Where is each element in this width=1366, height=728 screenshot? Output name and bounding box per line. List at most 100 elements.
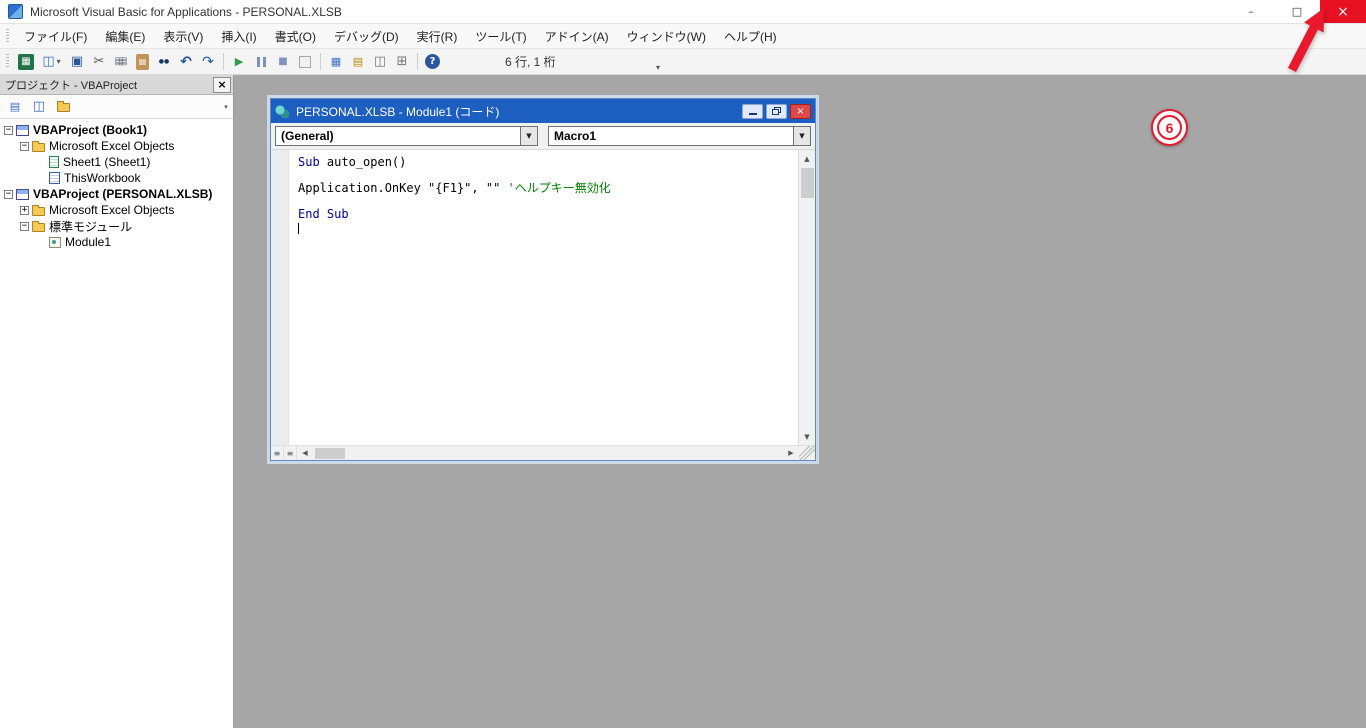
- standard-toolbar: 6 行, 1 桁: [0, 49, 1366, 75]
- tree-item[interactable]: ThisWorkbook: [0, 170, 233, 186]
- scroll-down-icon[interactable]: ▼: [799, 428, 816, 445]
- menu-grip[interactable]: [6, 28, 9, 44]
- toggle-folders-icon[interactable]: [51, 97, 75, 117]
- close-button[interactable]: ×: [1320, 0, 1366, 23]
- run-icon[interactable]: [229, 52, 249, 72]
- main-area: プロジェクト - VBAProject × −VBAProject (Book1…: [0, 75, 1366, 728]
- help-icon[interactable]: [425, 54, 440, 69]
- code-line[interactable]: Sub auto_open(): [298, 156, 796, 169]
- tree-item[interactable]: − VBAProject (Book1): [0, 122, 233, 138]
- resize-grip[interactable]: [799, 446, 815, 460]
- insert-object-icon[interactable]: [38, 52, 65, 72]
- tree-item-label: ThisWorkbook: [64, 171, 141, 185]
- menu-item[interactable]: 挿入(I): [212, 24, 265, 49]
- tree-item[interactable]: − VBAProject (PERSONAL.XLSB): [0, 186, 233, 202]
- toolbar-grip[interactable]: [6, 54, 9, 69]
- collapse-box-icon[interactable]: −: [4, 125, 13, 135]
- reset-icon[interactable]: [273, 52, 293, 72]
- maximize-button[interactable]: □: [1274, 0, 1320, 23]
- code-window-restore-button[interactable]: [766, 103, 787, 119]
- expand-box-icon[interactable]: +: [20, 205, 29, 215]
- vertical-scroll-thumb[interactable]: [800, 168, 814, 198]
- chevron-down-icon[interactable]: [520, 127, 537, 145]
- horizontal-scroll-thumb[interactable]: [315, 447, 345, 459]
- menu-item[interactable]: ツール(T): [466, 24, 535, 49]
- mdi-background: PERSONAL.XLSB - Module1 (コード) × (General…: [234, 75, 1366, 728]
- scroll-up-icon[interactable]: ▲: [799, 150, 816, 167]
- object-dropdown[interactable]: (General): [275, 126, 538, 146]
- toolbar-overflow-button[interactable]: [652, 52, 664, 72]
- text-cursor: [298, 223, 299, 234]
- tree-item-label: Module1: [65, 235, 112, 249]
- view-excel-icon[interactable]: [18, 53, 34, 70]
- full-view-button[interactable]: [284, 446, 297, 460]
- tree-item[interactable]: − Microsoft Excel Objects: [0, 138, 233, 154]
- view-object-icon[interactable]: [27, 97, 51, 117]
- code-window-titlebar[interactable]: PERSONAL.XLSB - Module1 (コード) ×: [271, 99, 815, 123]
- tree-item[interactable]: Sheet1 (Sheet1): [0, 154, 233, 170]
- collapse-box-icon[interactable]: −: [4, 189, 13, 199]
- paste-icon[interactable]: [136, 53, 149, 70]
- collapse-box-icon[interactable]: −: [20, 141, 29, 151]
- margin-indicator-bar[interactable]: [271, 150, 289, 445]
- tree-item[interactable]: Module1: [0, 234, 233, 250]
- menu-item[interactable]: デバッグ(D): [325, 24, 408, 49]
- menu-item[interactable]: 実行(R): [408, 24, 467, 49]
- minimize-button[interactable]: –: [1228, 0, 1274, 23]
- tree-item-label: Sheet1 (Sheet1): [63, 155, 151, 169]
- design-mode-icon[interactable]: [295, 52, 315, 72]
- toolbar-separator: [223, 53, 224, 70]
- tree-item[interactable]: − 標準モジュール: [0, 218, 233, 234]
- menu-item[interactable]: ファイル(F): [15, 24, 96, 49]
- code-line[interactable]: [298, 195, 796, 208]
- project-explorer-panel: プロジェクト - VBAProject × −VBAProject (Book1…: [0, 75, 234, 728]
- vba-app-icon: [8, 4, 23, 19]
- procedure-dropdown-value: Macro1: [554, 129, 597, 143]
- scroll-left-icon[interactable]: ◀: [297, 446, 313, 460]
- copy-icon[interactable]: [111, 52, 131, 72]
- workbook-icon: [49, 172, 60, 184]
- project-explorer-icon[interactable]: [326, 52, 346, 72]
- project-explorer-header: プロジェクト - VBAProject ×: [0, 75, 233, 95]
- scroll-right-icon[interactable]: ▶: [783, 446, 799, 460]
- properties-window-icon[interactable]: [348, 52, 368, 72]
- module-icon: [49, 236, 61, 248]
- code-line[interactable]: End Sub: [298, 208, 796, 221]
- collapse-box-icon[interactable]: −: [20, 221, 29, 231]
- save-icon[interactable]: [67, 52, 87, 72]
- object-browser-icon[interactable]: [370, 52, 390, 72]
- chevron-down-icon[interactable]: [793, 127, 810, 145]
- vertical-scrollbar[interactable]: ▲ ▼: [798, 150, 815, 445]
- window-title: Microsoft Visual Basic for Applications …: [30, 4, 342, 19]
- project-explorer-close-button[interactable]: ×: [213, 76, 231, 93]
- code-window-minimize-button[interactable]: [742, 103, 763, 119]
- menu-item[interactable]: 書式(O): [266, 24, 325, 49]
- toolbar-separator: [417, 53, 418, 70]
- find-icon[interactable]: [154, 52, 174, 72]
- code-line[interactable]: [298, 221, 796, 234]
- menu-item[interactable]: 表示(V): [154, 24, 212, 49]
- break-icon[interactable]: [251, 52, 271, 72]
- code-window-body: Sub auto_open() Application.OnKey "{F1}"…: [271, 150, 815, 445]
- cut-icon[interactable]: [89, 52, 109, 72]
- toolbox-icon[interactable]: [392, 52, 412, 72]
- menu-item[interactable]: 編集(E): [96, 24, 154, 49]
- code-window-close-button[interactable]: ×: [790, 103, 811, 119]
- tree-item-label: VBAProject (PERSONAL.XLSB): [33, 187, 213, 201]
- split-view-button[interactable]: [271, 446, 284, 460]
- tree-item[interactable]: + Microsoft Excel Objects: [0, 202, 233, 218]
- horizontal-scrollbar[interactable]: ◀ ▶: [271, 445, 815, 460]
- project-explorer-title: プロジェクト - VBAProject: [5, 79, 138, 92]
- panel-toolbar-overflow-button[interactable]: [220, 97, 232, 117]
- menu-item[interactable]: アドイン(A): [536, 24, 618, 49]
- undo-icon[interactable]: [176, 52, 196, 72]
- redo-icon[interactable]: [198, 52, 218, 72]
- menu-item[interactable]: ヘルプ(H): [715, 24, 786, 49]
- code-window-combo-row: (General) Macro1: [271, 123, 815, 150]
- code-editor[interactable]: Sub auto_open() Application.OnKey "{F1}"…: [289, 150, 798, 445]
- code-line[interactable]: Application.OnKey "{F1}", "" 'ヘルプキー無効化: [298, 182, 796, 195]
- procedure-dropdown[interactable]: Macro1: [548, 126, 811, 146]
- menu-item[interactable]: ウィンドウ(W): [618, 24, 715, 49]
- view-code-icon[interactable]: [3, 97, 27, 117]
- module-code-icon: [275, 103, 290, 119]
